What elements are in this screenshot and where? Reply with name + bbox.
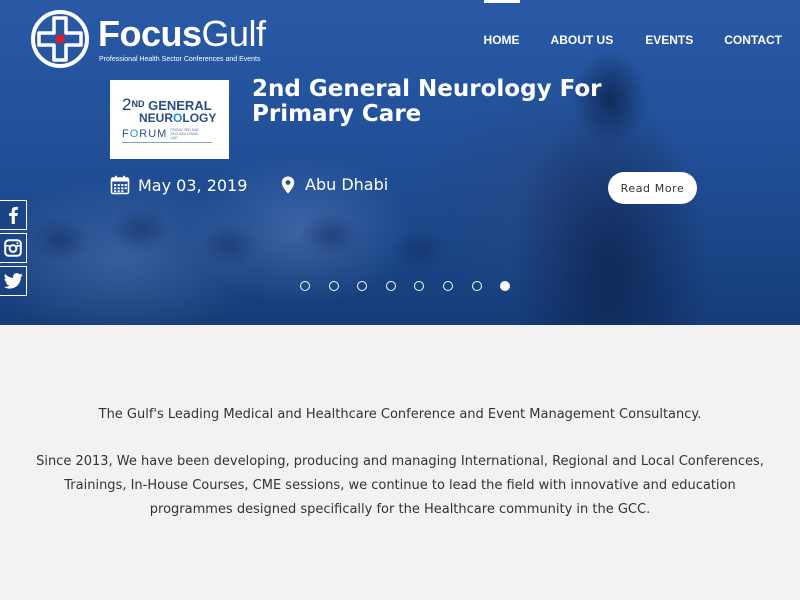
slider-pagination bbox=[300, 281, 529, 291]
twitter-link[interactable] bbox=[0, 266, 27, 296]
slider-dot-8[interactable] bbox=[500, 281, 511, 291]
map-pin-icon bbox=[281, 176, 295, 193]
thumb-forum: FORUM bbox=[122, 128, 167, 140]
brand-name-focus: Focus bbox=[98, 13, 202, 54]
slider-dot-3[interactable] bbox=[357, 281, 368, 291]
intro-body: Since 2013, We have been developing, pro… bbox=[36, 454, 764, 517]
instagram-link[interactable] bbox=[0, 233, 27, 263]
thumb-line1: 2ND GENERAL bbox=[122, 96, 219, 113]
read-more-button[interactable]: Read More bbox=[608, 172, 697, 204]
thumb-small-text: FRIDAY 3RD MAY 2019 ABU DHABI, UAE bbox=[170, 128, 200, 140]
facebook-link[interactable] bbox=[0, 200, 27, 230]
hero-slider: FocusGulf Professional Health Sector Con… bbox=[0, 0, 800, 325]
event-title[interactable]: 2nd General Neurology For Primary Care bbox=[252, 77, 632, 127]
thumb-logy: LOGY bbox=[182, 111, 217, 125]
thumb-forum-f: F bbox=[122, 128, 130, 140]
brand-tagline: Professional Health Sector Conferences a… bbox=[99, 56, 261, 63]
facebook-icon bbox=[9, 206, 18, 224]
social-links bbox=[0, 200, 27, 299]
brand-name-gulf: Gulf bbox=[201, 13, 267, 54]
intro-section: The Gulf's Leading Medical and Healthcar… bbox=[0, 325, 800, 600]
thumb-forum-o: O bbox=[129, 128, 140, 140]
slider-dot-4[interactable] bbox=[385, 281, 396, 291]
thumb-neur-o: O bbox=[173, 111, 183, 125]
site-logo[interactable]: FocusGulf Professional Health Sector Con… bbox=[30, 9, 266, 69]
event-thumbnail[interactable]: 2ND GENERAL NEUROLOGY FORUM FRIDAY 3RD M… bbox=[110, 80, 229, 159]
nav-contact[interactable]: CONTACT bbox=[724, 0, 782, 80]
nav-about-us[interactable]: ABOUT US bbox=[551, 0, 614, 80]
slider-dot-7[interactable] bbox=[471, 281, 482, 291]
thumb-neur: NEUR bbox=[139, 111, 174, 125]
calendar-icon bbox=[110, 175, 130, 195]
intro-headline: The Gulf's Leading Medical and Healthcar… bbox=[98, 407, 702, 422]
instagram-icon bbox=[4, 239, 22, 257]
nav-home[interactable]: HOME bbox=[483, 0, 520, 80]
thumb-forum-rum: RUM bbox=[139, 128, 168, 140]
thumb-line2: NEUROLOGY bbox=[139, 112, 219, 125]
hero-background-audience bbox=[0, 200, 500, 325]
thumb-underline bbox=[122, 142, 212, 143]
slider-dot-5[interactable] bbox=[414, 281, 425, 291]
event-location: Abu Dhabi bbox=[305, 175, 389, 194]
brand-name: FocusGulf bbox=[98, 16, 266, 52]
slider-dot-6[interactable] bbox=[442, 281, 453, 291]
thumb-line3: FORUM FRIDAY 3RD MAY 2019 ABU DHABI, UAE bbox=[122, 128, 219, 140]
event-date-row: May 03, 2019 bbox=[110, 175, 247, 195]
event-date: May 03, 2019 bbox=[138, 175, 248, 195]
main-nav: HOME ABOUT US EVENTS CONTACT bbox=[483, 0, 800, 80]
event-location-row: Abu Dhabi bbox=[281, 175, 388, 194]
thumb-ordinal: ND bbox=[131, 99, 145, 109]
slider-dot-2[interactable] bbox=[328, 281, 339, 291]
slider-dot-1[interactable] bbox=[300, 281, 310, 291]
twitter-icon bbox=[3, 273, 23, 289]
logo-mark-icon bbox=[31, 10, 89, 68]
nav-events[interactable]: EVENTS bbox=[645, 0, 693, 80]
